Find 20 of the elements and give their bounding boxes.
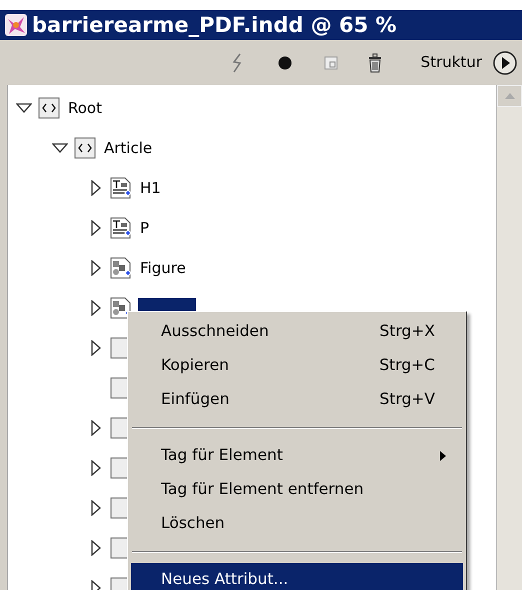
window-title: barrierearme_PDF.indd @ 65 % xyxy=(32,14,397,36)
dot-icon[interactable] xyxy=(276,54,293,70)
scrollbar[interactable] xyxy=(496,85,522,590)
panel-menu-icon[interactable] xyxy=(492,50,518,76)
menu-item[interactable]: Ausschneiden Strg+X xyxy=(131,315,463,349)
menu-item[interactable]: Kopieren Strg+C xyxy=(131,349,463,383)
new-element-icon[interactable] xyxy=(324,56,338,70)
trash-icon[interactable] xyxy=(366,52,383,72)
text-tag-icon xyxy=(110,217,132,239)
graphic-tag-icon xyxy=(110,257,132,279)
element-tag-icon xyxy=(38,97,60,119)
menu-item[interactable]: Tag für Element xyxy=(131,439,463,473)
menu-item[interactable]: Einfügen Strg+V xyxy=(131,383,463,417)
menu-item[interactable]: Löschen xyxy=(131,507,463,541)
menu-item[interactable]: Neues Attribut... xyxy=(131,563,463,590)
app-icon xyxy=(4,13,28,37)
text-tag-icon xyxy=(110,177,132,199)
element-tag-icon xyxy=(74,137,96,159)
menu-item[interactable]: Tag für Element entfernen xyxy=(131,473,463,507)
panel-label: Struktur xyxy=(420,52,482,74)
